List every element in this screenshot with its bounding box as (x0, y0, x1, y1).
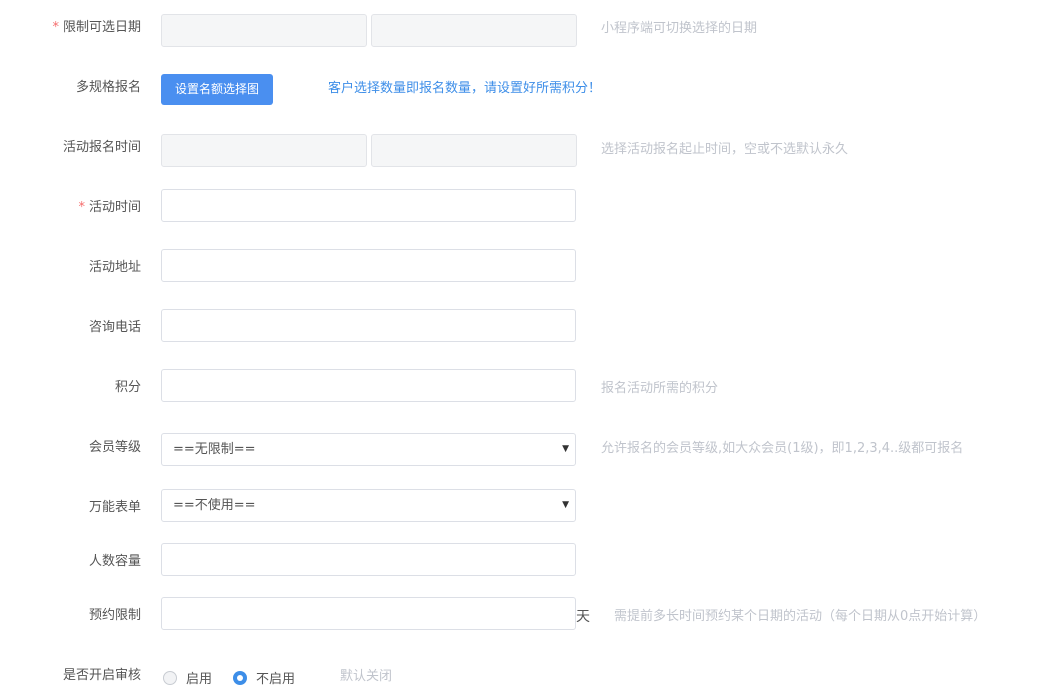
row-address: 活动地址 (0, 249, 1048, 282)
row-reservation: 预约限制 天 需提前多长时间预约某个日期的活动（每个日期从0点开始计算） (0, 597, 1048, 630)
signup-time-hint: 选择活动报名起止时间，空或不选默认永久 (601, 142, 849, 157)
capacity-input[interactable] (161, 543, 576, 576)
row-points: 积分 报名活动所需的积分 (0, 369, 1048, 402)
row-member-level: 会员等级 ==无限制== ▼ 允许报名的会员等级,如大众会员(1级)，即1,2,… (0, 433, 1048, 466)
points-input[interactable] (161, 369, 576, 402)
row-signup-time: 活动报名时间 选择活动报名起止时间，空或不选默认永久 (0, 134, 1048, 167)
radio-unchecked-icon (163, 670, 177, 685)
reservation-hint: 需提前多长时间预约某个日期的活动（每个日期从0点开始计算） (614, 609, 987, 624)
review-option-off-label: 不启用 (256, 672, 296, 687)
row-multi-spec: 多规格报名 设置名额选择图 客户选择数量即报名数量，请设置好所需积分！ (0, 74, 1048, 105)
phone-label: 咨询电话 (88, 320, 141, 335)
address-input[interactable] (161, 249, 576, 282)
review-label: 是否开启审核 (62, 668, 141, 683)
form-select-label: 万能表单 (88, 500, 141, 515)
date-limit-end-input[interactable] (371, 14, 577, 47)
address-label: 活动地址 (88, 260, 141, 275)
phone-input[interactable] (161, 309, 576, 342)
date-limit-hint: 小程序端可切换选择的日期 (601, 21, 758, 36)
caret-down-icon: ▼ (562, 444, 569, 454)
review-radio-off[interactable]: 不启用 (233, 668, 295, 687)
universal-form-selected: ==不使用== (173, 498, 256, 513)
signup-start-input[interactable] (161, 134, 367, 167)
review-option-on-label: 启用 (186, 672, 213, 687)
capacity-label: 人数容量 (88, 554, 141, 569)
multi-spec-hint: 客户选择数量即报名数量，请设置好所需积分！ (328, 81, 602, 96)
row-phone: 咨询电话 (0, 309, 1048, 342)
member-level-select[interactable]: ==无限制== ▼ (161, 433, 576, 466)
reservation-input[interactable] (161, 597, 576, 630)
signup-end-input[interactable] (371, 134, 577, 167)
review-hint: 默认关闭 (340, 669, 393, 684)
radio-checked-icon (233, 670, 247, 685)
member-level-hint: 允许报名的会员等级,如大众会员(1级)，即1,2,3,4..级都可报名 (601, 441, 964, 456)
date-limit-start-input[interactable] (161, 14, 367, 47)
date-limit-label: * 限制可选日期 (52, 20, 141, 35)
caret-down-icon: ▼ (562, 500, 569, 510)
points-label: 积分 (114, 380, 141, 395)
points-hint: 报名活动所需的积分 (601, 381, 719, 396)
required-mark: * (78, 200, 85, 215)
multi-spec-label: 多规格报名 (75, 80, 141, 95)
reservation-label: 预约限制 (88, 608, 141, 623)
row-form-select: 万能表单 ==不使用== ▼ (0, 489, 1048, 522)
signup-time-label: 活动报名时间 (62, 140, 141, 155)
required-mark: * (52, 20, 59, 35)
row-activity-time: * 活动时间 (0, 189, 1048, 222)
row-capacity: 人数容量 (0, 543, 1048, 576)
activity-time-label: * 活动时间 (78, 200, 141, 215)
activity-time-input[interactable] (161, 189, 576, 222)
set-quota-image-button[interactable]: 设置名额选择图 (161, 74, 273, 105)
row-review: 是否开启审核 启用 不启用 默认关闭 (0, 666, 1048, 687)
row-date-limit: * 限制可选日期 小程序端可切换选择的日期 (0, 14, 1048, 47)
universal-form-select[interactable]: ==不使用== ▼ (161, 489, 576, 522)
reservation-unit: 天 (576, 609, 590, 625)
member-level-selected: ==无限制== (173, 442, 256, 457)
review-radio-on[interactable]: 启用 (163, 668, 212, 687)
member-level-label: 会员等级 (88, 440, 141, 455)
